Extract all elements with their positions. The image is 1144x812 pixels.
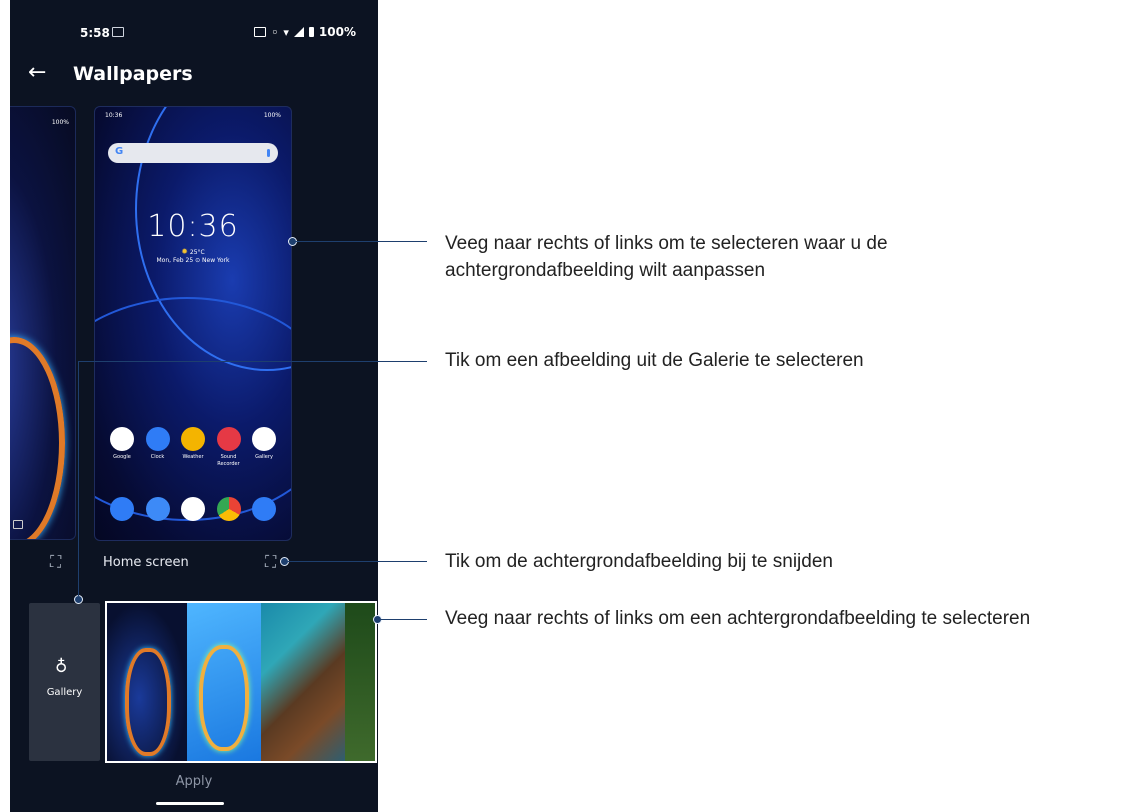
camera-icon: [252, 497, 276, 521]
app-label: Google: [113, 454, 131, 460]
preview-battery: 100%: [51, 119, 69, 126]
gesture-nav-bar: [156, 802, 224, 805]
google-search-bar: G: [108, 143, 278, 163]
status-bar: 5:58 ◦ ▾ 100%: [10, 22, 378, 44]
camera-shortcut-icon: [13, 520, 23, 529]
dock: [105, 497, 281, 521]
clock-widget: 10:36: [147, 209, 239, 244]
annotation-swipe-wallpaper: Veeg naar rechts of links om een achterg…: [445, 608, 1031, 629]
chrome-icon: [216, 497, 241, 521]
preview-battery: 100%: [263, 112, 281, 119]
callout-line: [78, 361, 79, 596]
gallery-app-icon: [252, 427, 276, 451]
balloon-icon: ♁: [55, 657, 68, 677]
wallpaper-arc: [95, 297, 291, 521]
wallpaper-swirl: [10, 337, 65, 539]
date-text: Mon, Feb 25: [156, 257, 194, 264]
page-title: Wallpapers: [73, 63, 193, 85]
crop-icon-lock[interactable]: ⛶: [50, 552, 61, 572]
google-logo: G: [115, 146, 124, 157]
app-clock: Clock: [141, 427, 175, 468]
callout-line: [378, 619, 427, 620]
wallpaper-thumbnail-strip[interactable]: [105, 601, 377, 763]
app-bar: ← Wallpapers: [10, 60, 378, 88]
wallpaper-thumbnail[interactable]: [261, 603, 345, 761]
play-store-icon: [181, 497, 205, 521]
callout-line: [293, 241, 427, 242]
app-label: Gallery: [255, 454, 273, 460]
annotation-crop: Tik om de achtergrondafbeelding bij te s…: [445, 551, 833, 572]
home-screen-label: Home screen: [103, 555, 189, 570]
annotation-gallery: Tik om een afbeelding uit de Galerie te …: [445, 350, 864, 371]
preview-time: 10:36: [105, 112, 123, 119]
callout-line: [78, 361, 427, 362]
app-google: Google: [105, 427, 139, 468]
battery-icon: [308, 27, 314, 37]
app-weather: Weather: [176, 427, 210, 468]
wifi-icon: ▾: [283, 25, 289, 39]
app-label: Weather: [182, 454, 204, 460]
weather-app-icon: [181, 427, 205, 451]
vibrate-icon: ◦: [271, 25, 279, 39]
messages-icon: [145, 497, 170, 521]
app-sound-recorder: Sound Recorder: [212, 427, 246, 468]
app-label: Clock: [150, 454, 165, 460]
sun-icon: ✹: [181, 247, 188, 256]
status-time: 5:58: [80, 26, 110, 40]
mic-icon: [267, 149, 270, 157]
apply-button[interactable]: Apply: [10, 774, 378, 789]
wallpaper-thumbnail[interactable]: [345, 603, 375, 761]
message-icon: [112, 27, 124, 37]
gallery-label: Gallery: [46, 687, 83, 698]
wallpaper-thumbnail[interactable]: [187, 603, 261, 761]
crop-icon[interactable]: ⛶: [265, 552, 276, 572]
location-pin-icon: ⊙: [195, 257, 201, 264]
gallery-button[interactable]: ♁ Gallery: [29, 603, 100, 761]
nfc-icon: [254, 27, 267, 37]
status-icons: ◦ ▾ 100%: [254, 25, 356, 39]
wallpaper-thumbnail[interactable]: [107, 603, 187, 761]
arrow-left-icon[interactable]: ←: [28, 60, 46, 86]
phone-screen: 5:58 ◦ ▾ 100% ← Wallpapers 100% ⛶ 10:36 …: [10, 0, 378, 812]
preview-status-bar: 10:36 100%: [105, 112, 281, 119]
google-folder-icon: [110, 427, 134, 451]
home-screen-preview[interactable]: 10:36 100% G 10:36 ✹ 25°C Mon, Feb 25 ⊙ …: [94, 106, 292, 541]
signal-icon: [293, 27, 304, 37]
sound-recorder-icon: [216, 427, 241, 451]
location-text: New York: [202, 257, 230, 264]
app-gallery: Gallery: [247, 427, 281, 468]
callout-line: [285, 561, 427, 562]
app-label: Sound Recorder: [217, 454, 240, 467]
phone-icon: [110, 497, 134, 521]
weather-widget: ✹ 25°C: [95, 247, 291, 256]
app-icons-row: Google Clock Weather Sound Recorder Gall…: [105, 427, 281, 468]
annotation-swipe-screen: Veeg naar rechts of links om te selecter…: [445, 233, 888, 281]
weather-temp: 25°C: [189, 249, 205, 256]
callout-dot: [74, 595, 83, 604]
date-location: Mon, Feb 25 ⊙ New York: [95, 257, 291, 264]
lock-screen-preview[interactable]: 100%: [10, 106, 76, 540]
battery-percent: 100%: [318, 25, 356, 39]
clock-app-icon: [145, 427, 170, 451]
